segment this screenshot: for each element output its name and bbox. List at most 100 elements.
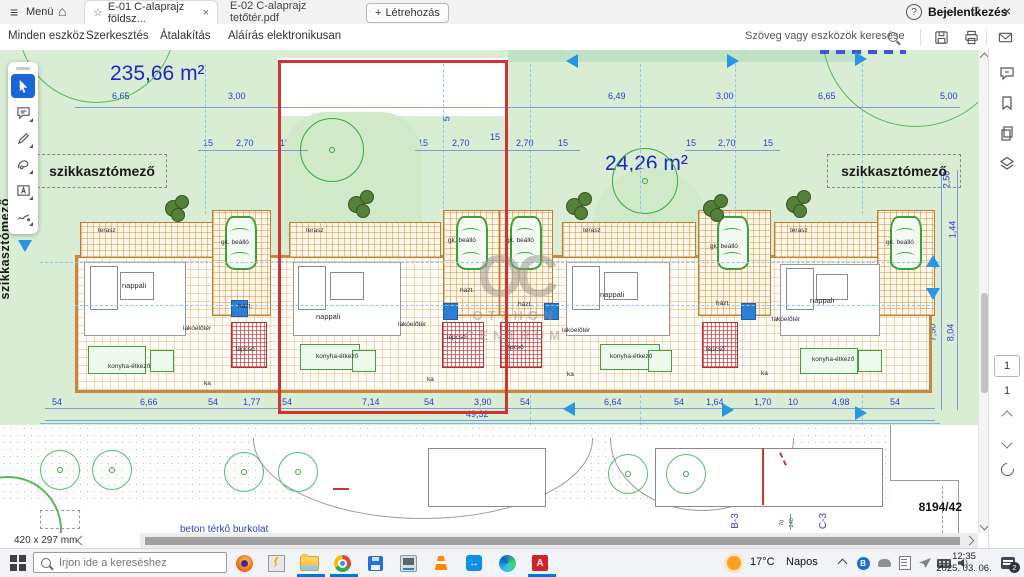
tiny-dim: 70 [780,520,786,526]
menu-item-all-tools[interactable]: Minden eszköz [8,30,85,42]
dimension-line [957,170,958,410]
menu-button[interactable]: Menü [26,6,54,18]
create-button[interactable]: + Létrehozás [366,3,449,23]
guide-line [640,64,641,214]
divider [986,29,987,45]
highlight-annotation-rectangle[interactable] [278,60,508,414]
pencil-tool[interactable] [11,126,35,150]
room-label: lépcső [236,347,255,354]
menu-item-esign[interactable]: Aláírás elektronikusan [228,30,341,42]
taskbar-search-input[interactable] [57,556,211,570]
send-tray-icon[interactable] [915,553,935,573]
weather-sun-icon[interactable] [724,553,744,573]
start-button[interactable] [8,553,28,573]
dashed-marker [40,510,80,529]
tree-icon [714,194,728,208]
signature-tool[interactable] [11,204,35,228]
bookmarks-panel-button[interactable] [998,94,1016,112]
parcel-number: 8194/42 [852,500,962,514]
search-tools-label[interactable]: Szöveg vagy eszközök keresése [745,30,905,42]
dim-label: 2,70 [718,139,736,148]
document-tray-icon[interactable] [895,553,915,573]
next-page-button[interactable] [998,434,1016,452]
home-icon[interactable]: ⌂ [58,3,66,19]
taskbar-search[interactable] [33,552,227,573]
tray-expand-icon[interactable] [832,553,852,573]
tick [790,514,791,530]
dimension-line [75,107,960,108]
vertical-scroll-thumb[interactable] [981,293,988,393]
cloud-tray-icon[interactable] [874,553,894,573]
save-icon[interactable] [934,30,949,45]
dim-label: 54 [52,398,62,407]
page-number-input[interactable]: 1 [994,355,1020,377]
close-tab-icon[interactable]: × [203,7,209,19]
marker-triangle [855,52,867,66]
bluetooth-icon[interactable]: B [853,553,873,573]
comment-tool[interactable] [11,100,35,124]
dim-label: 6,49 [608,92,626,101]
close-window-icon[interactable]: × [1003,3,1011,19]
marker-triangle [18,240,32,252]
select-tool[interactable] [11,74,35,98]
windows-logo-icon [10,555,26,571]
tab-active-document[interactable]: ☆ E-01 C-alaprajz földsz... × [84,0,218,24]
comment-icon [999,65,1015,81]
layers-panel-button[interactable] [998,154,1016,172]
bookmark-icon [999,95,1015,111]
room-label: nappali [810,297,834,305]
dim-label: 3,00 [228,92,246,101]
menu-item-edit[interactable]: Szerkesztés [86,30,149,42]
dim-label: 2,70 [236,139,254,148]
chrome-icon[interactable] [332,553,352,573]
winamp-icon[interactable] [266,553,286,573]
maximize-window-icon[interactable]: □ [972,3,979,17]
notification-center-icon[interactable]: 2 [998,553,1018,573]
file-explorer-icon[interactable] [299,553,319,573]
marker-triangle [855,406,867,420]
weather-temp[interactable]: 17°C [750,556,775,568]
dim-label: 1,44 [948,221,957,239]
horizontal-scroll-thumb[interactable] [145,537,960,545]
text-box-tool[interactable] [11,178,35,202]
comments-panel-button[interactable] [998,64,1016,82]
firefox-icon[interactable] [234,553,254,573]
teamviewer-icon[interactable]: ↔ [464,553,484,573]
page-size-status: 420 x 297 mm [0,533,140,548]
palette-drag-handle[interactable] [16,67,30,70]
hamburger-menu-icon[interactable]: ≡ [10,4,18,20]
menu-item-convert[interactable]: Átalakítás [160,30,211,42]
star-icon[interactable]: ☆ [93,6,103,19]
previous-page-button[interactable] [998,407,1016,425]
weather-desc[interactable]: Napos [786,556,818,568]
room-label: konyha-étkező [610,354,652,361]
print-icon[interactable] [964,30,979,45]
signature-icon [16,209,31,224]
taskbar-clock[interactable]: 12:35 2025. 03. 06. [935,551,993,575]
plus-icon: + [375,7,381,19]
acrobat-icon[interactable]: A [530,553,550,573]
media-player-classic-icon[interactable] [398,553,418,573]
clock-date: 2025. 03. 06. [935,563,993,575]
search-icon[interactable] [888,32,898,42]
vlc-icon[interactable] [431,553,451,573]
sign-in-button[interactable]: Bejelentkezés [928,5,1007,19]
search-icon [41,558,51,568]
tree-trunk-dot [295,469,301,475]
tree-trunk-dot [625,471,631,477]
rotate-page-button[interactable] [998,460,1016,478]
pages-panel-button[interactable] [998,124,1016,142]
tab-inactive-document[interactable]: E-02 C-alaprajz tetőtér.pdf [222,0,354,24]
minimize-window-icon[interactable]: — [942,4,954,18]
floppy-app-icon[interactable] [365,553,385,573]
help-icon[interactable]: ? [906,4,922,20]
scroll-right-icon[interactable] [965,536,975,546]
dim-label: 15 [686,139,696,148]
room-label: ka [761,371,768,378]
edge-icon[interactable] [497,553,517,573]
mail-icon[interactable] [998,30,1013,45]
horizontal-scrollbar[interactable]: 420 x 297 mm [0,533,978,548]
infiltration-field-label: szikkasztómező [37,154,167,188]
dim-label: 54 [208,398,218,407]
lasso-tool[interactable] [11,152,35,176]
